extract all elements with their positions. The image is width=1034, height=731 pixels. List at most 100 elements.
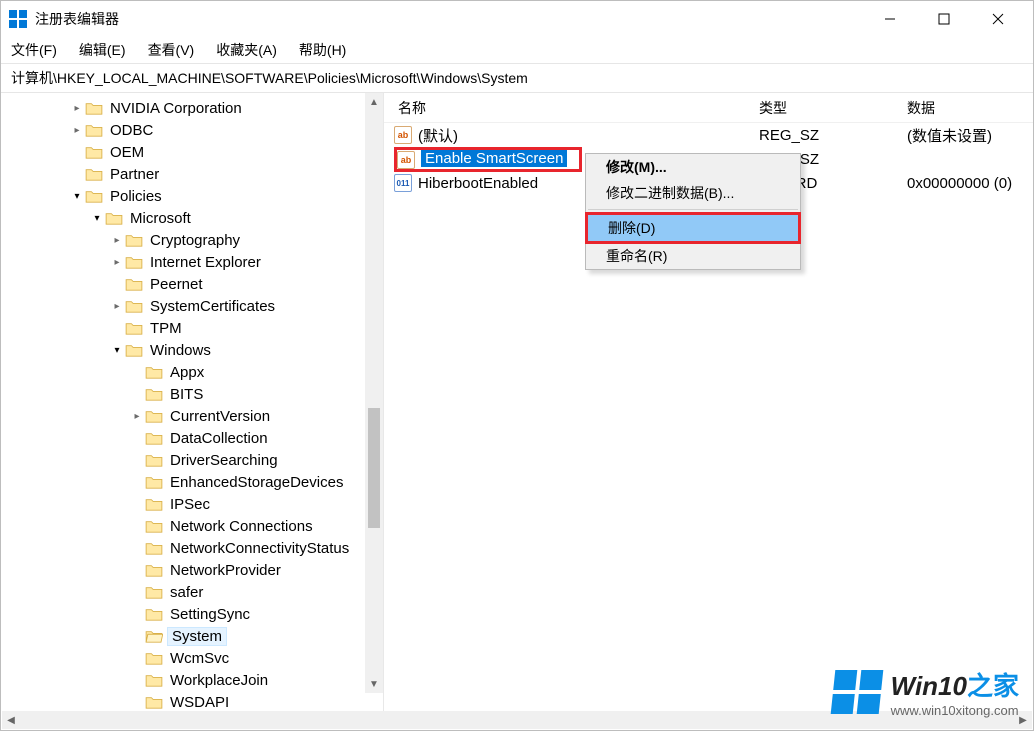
tree-item[interactable]: safer xyxy=(9,581,383,603)
close-button[interactable] xyxy=(971,1,1025,37)
tree-label: DataCollection xyxy=(167,429,271,448)
chevron-down-icon[interactable]: ▾ xyxy=(69,191,85,202)
tree-item[interactable]: BITS xyxy=(9,383,383,405)
folder-icon xyxy=(125,232,143,248)
col-name[interactable]: 名称 xyxy=(384,98,759,118)
tree-label: WorkplaceJoin xyxy=(167,671,271,690)
folder-icon xyxy=(85,144,103,160)
maximize-button[interactable] xyxy=(917,1,971,37)
main: ▸NVIDIA Corporation▸ODBCOEM Partner▾Polic… xyxy=(1,93,1033,711)
menu-fav[interactable]: 收藏夹(A) xyxy=(216,40,277,60)
tree-vscroll[interactable]: ▲ ▼ xyxy=(365,93,383,693)
folder-icon xyxy=(145,650,163,666)
folder-icon xyxy=(145,540,163,556)
ctx-delete-highlight: 删除(D) xyxy=(585,212,801,244)
tree-item[interactable]: ▾Policies xyxy=(9,185,383,207)
tree-item[interactable]: ▸ CurrentVersion xyxy=(9,405,383,427)
tree-item[interactable]: TPM xyxy=(9,317,383,339)
tree-item[interactable]: DataCollection xyxy=(9,427,383,449)
folder-icon xyxy=(145,430,163,446)
ctx-delete[interactable]: 删除(D) xyxy=(588,215,798,241)
folder-icon xyxy=(145,694,163,710)
tree-label: BITS xyxy=(167,385,206,404)
tree-item[interactable]: EnhancedStorageDevices xyxy=(9,471,383,493)
tree-pane: ▸NVIDIA Corporation▸ODBCOEM Partner▾Polic… xyxy=(1,93,384,711)
value-data: 0x00000000 (0) xyxy=(907,175,1033,192)
selection-highlight: ab Enable SmartScreen xyxy=(394,147,582,172)
tree-item[interactable]: ▸ODBC xyxy=(9,119,383,141)
folder-icon xyxy=(145,518,163,534)
tree-item[interactable]: ▾Microsoft xyxy=(9,207,383,229)
tree-label: IPSec xyxy=(167,495,213,514)
tree-item[interactable]: IPSec xyxy=(9,493,383,515)
tree-item[interactable]: System xyxy=(9,625,383,647)
watermark-url: www.win10xitong.com xyxy=(891,703,1019,718)
scroll-left-icon[interactable]: ◀ xyxy=(2,711,20,729)
ctx-modify-bin[interactable]: 修改二进制数据(B)... xyxy=(586,180,800,206)
tree-item[interactable]: WcmSvc xyxy=(9,647,383,669)
scroll-down-icon[interactable]: ▼ xyxy=(365,675,383,693)
chevron-right-icon[interactable]: ▸ xyxy=(69,125,85,136)
scroll-thumb[interactable] xyxy=(368,408,380,528)
tree-item[interactable]: Appx xyxy=(9,361,383,383)
tree-label: Windows xyxy=(147,341,214,360)
tree-item[interactable]: NetworkConnectivityStatus xyxy=(9,537,383,559)
tree-item[interactable]: ▸NVIDIA Corporation xyxy=(9,97,383,119)
menu-help[interactable]: 帮助(H) xyxy=(299,40,346,60)
menu-edit[interactable]: 编辑(E) xyxy=(79,40,126,60)
value-name: Enable SmartScreen xyxy=(421,150,567,167)
col-data[interactable]: 数据 xyxy=(907,98,1033,118)
ctx-rename[interactable]: 重命名(R) xyxy=(586,243,800,269)
minimize-button[interactable] xyxy=(863,1,917,37)
tree-label: CurrentVersion xyxy=(167,407,273,426)
tree-item[interactable]: ▸Cryptography xyxy=(9,229,383,251)
folder-icon xyxy=(85,122,103,138)
folder-icon xyxy=(125,342,143,358)
chevron-right-icon[interactable]: ▸ xyxy=(109,257,125,268)
tree-item[interactable]: Peernet xyxy=(9,273,383,295)
tree-label: Peernet xyxy=(147,275,206,294)
tree-label: System xyxy=(167,627,227,646)
folder-icon xyxy=(145,672,163,688)
chevron-right-icon[interactable]: ▸ xyxy=(129,411,145,422)
scroll-up-icon[interactable]: ▲ xyxy=(365,93,383,111)
ctx-modify[interactable]: 修改(M)... xyxy=(586,154,800,180)
col-type[interactable]: 类型 xyxy=(759,98,907,118)
chevron-right-icon[interactable]: ▸ xyxy=(109,301,125,312)
tree-item[interactable]: Partner xyxy=(9,163,383,185)
value-name: HiberbootEnabled xyxy=(418,175,538,192)
folder-icon xyxy=(145,584,163,600)
chevron-down-icon[interactable]: ▾ xyxy=(89,213,105,224)
tree-item[interactable]: Network Connections xyxy=(9,515,383,537)
chevron-right-icon[interactable]: ▸ xyxy=(109,235,125,246)
tree-item[interactable]: ▾ Windows xyxy=(9,339,383,361)
folder-icon xyxy=(125,298,143,314)
menu-file[interactable]: 文件(F) xyxy=(11,40,57,60)
tree-label: SystemCertificates xyxy=(147,297,278,316)
dword-value-icon: 011 xyxy=(394,174,412,192)
value-row[interactable]: ab(默认)REG_SZ(数值未设置) xyxy=(384,123,1033,147)
string-value-icon: ab xyxy=(397,151,415,169)
address-bar[interactable]: 计算机\HKEY_LOCAL_MACHINE\SOFTWARE\Policies… xyxy=(1,63,1033,93)
tree-item[interactable]: OEM xyxy=(9,141,383,163)
tree-item[interactable]: SettingSync xyxy=(9,603,383,625)
tree-label: Partner xyxy=(107,165,162,184)
tree-item[interactable]: NetworkProvider xyxy=(9,559,383,581)
watermark-logo-icon xyxy=(830,670,883,714)
tree-item[interactable]: WSDAPI xyxy=(9,691,383,711)
tree-item[interactable]: WorkplaceJoin xyxy=(9,669,383,691)
window-title: 注册表编辑器 xyxy=(35,9,119,29)
tree-item[interactable]: ▸Internet Explorer xyxy=(9,251,383,273)
folder-icon xyxy=(145,496,163,512)
chevron-right-icon[interactable]: ▸ xyxy=(69,103,85,114)
chevron-down-icon[interactable]: ▾ xyxy=(109,345,125,356)
menu-view[interactable]: 查看(V) xyxy=(148,40,195,60)
folder-icon xyxy=(145,606,163,622)
folder-icon xyxy=(125,320,143,336)
tree-label: safer xyxy=(167,583,206,602)
tree-label: SettingSync xyxy=(167,605,253,624)
tree-item[interactable]: ▸ SystemCertificates xyxy=(9,295,383,317)
tree-label: Appx xyxy=(167,363,207,382)
tree-item[interactable]: DriverSearching xyxy=(9,449,383,471)
tree-label: Network Connections xyxy=(167,517,316,536)
